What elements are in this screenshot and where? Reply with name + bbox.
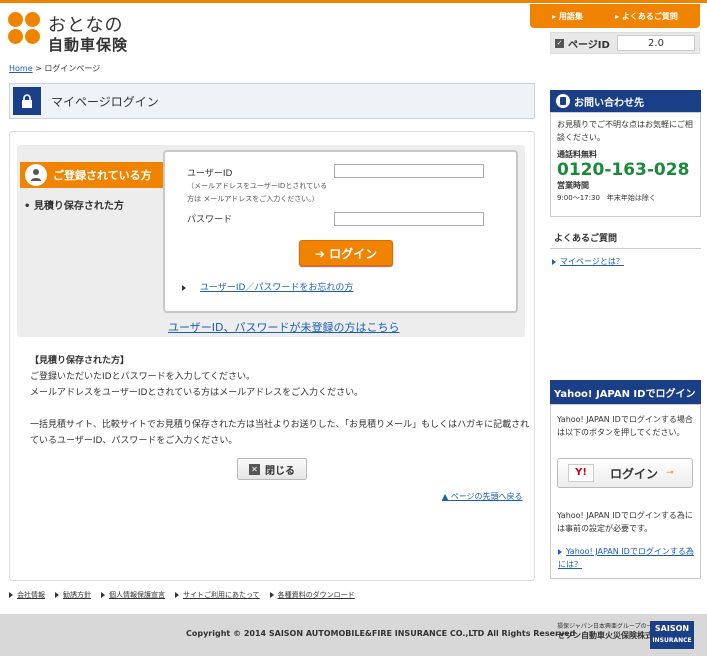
- userid-note: （メールアドレスをユーザーIDとされている方は メールアドレスをご入力ください。…: [187, 182, 328, 203]
- footer-link-label: サイトご利用にあたって: [183, 591, 260, 599]
- yahoo-setup-note: Yahoo! JAPAN IDでログインする為には事前の設定が必要です。: [557, 511, 693, 533]
- footer-link-label: 勧誘方針: [63, 591, 91, 599]
- hours-text: 9:00～17:30 年末年始は除く: [557, 194, 656, 202]
- arrow-icon: [269, 592, 274, 598]
- close-button-label: 閉じる: [265, 465, 295, 477]
- back-to-top-link[interactable]: ▲ ページの先頭へ戻る: [442, 491, 523, 502]
- password-input[interactable]: [334, 212, 484, 226]
- tel-number[interactable]: 0120-163-028: [557, 161, 694, 179]
- breadcrumb-current: ログインページ: [44, 64, 101, 73]
- contact-title: お問い合わせ先: [574, 97, 644, 109]
- close-icon: ✕: [249, 463, 260, 475]
- breadcrumb: Home > ログインページ: [9, 63, 100, 74]
- yahoo-login-label: ログイン: [610, 466, 659, 481]
- userid-input[interactable]: [334, 164, 484, 178]
- forgot-credentials-link[interactable]: ユーザーID／パスワードをお忘れの方: [200, 283, 353, 293]
- yahoo-logo-icon: Y!: [568, 464, 594, 482]
- faq-mypage-label: マイページとは？: [560, 257, 624, 266]
- yahoo-login-header: Yahoo! JAPAN IDでログイン: [550, 380, 701, 404]
- footer-link-label: 個人情報保護宣言: [109, 591, 165, 599]
- arrow-icon: [101, 592, 105, 598]
- arrow-icon: [552, 258, 556, 265]
- key-icon: ⊸: [666, 468, 674, 478]
- footer-link-terms[interactable]: サイトご利用にあたって: [175, 590, 260, 600]
- info-line3: 一括見積サイト、比較サイトでお見積り保存された方は当社よりお送りした、「お見積り…: [30, 420, 530, 446]
- checkbox-icon: ✓: [555, 38, 564, 48]
- arrow-icon: [182, 284, 186, 291]
- hours-label: 営業時間: [557, 181, 589, 190]
- copyright: Copyright © 2014 SAISON AUTOMOBILE&FIRE …: [186, 629, 576, 638]
- footer-link-downloads[interactable]: 各種資料のダウンロード: [269, 590, 355, 600]
- page-id-box: ✓ ページID 2.0: [550, 32, 700, 54]
- footer-links: 会社情報 勧誘方針 個人情報保護宣言 サイトご利用にあたって 各種資料のダウンロ…: [9, 590, 355, 600]
- info-heading: 【見積り保存された方】: [30, 356, 130, 366]
- unregistered-link[interactable]: ユーザーID、パスワードが未登録の方はこちら: [168, 319, 400, 335]
- footer-link-label: 会社情報: [17, 591, 45, 599]
- saison-logo-subtext: INSURANCE: [652, 637, 692, 644]
- registered-user-tag-label: ご登録されている方: [53, 169, 152, 182]
- page-title: マイページログイン: [51, 94, 159, 109]
- person-icon: [25, 164, 47, 186]
- registered-user-tag: ご登録されている方: [20, 162, 163, 188]
- arrow-icon: [175, 592, 179, 598]
- page-id-value: 2.0: [617, 35, 695, 51]
- breadcrumb-home-link[interactable]: Home: [9, 64, 33, 73]
- faq-title: よくあるご質問: [550, 229, 701, 249]
- password-label: パスワード: [187, 215, 233, 225]
- faq-mypage-link[interactable]: マイページとは？: [552, 256, 624, 267]
- page-title-bar: マイページログイン: [9, 83, 535, 119]
- footer-link-company[interactable]: 会社情報: [9, 590, 45, 600]
- phone-icon: [556, 94, 570, 108]
- back-to-top-label: ページの先頭へ戻る: [450, 492, 523, 501]
- footer-link-label: 各種資料のダウンロード: [277, 591, 355, 599]
- top-accent-bar: [0, 0, 707, 3]
- forgot-row: ユーザーID／パスワードをお忘れの方: [182, 280, 353, 293]
- top-nav: ▸ 用語集 ▸ よくあるご質問: [530, 4, 700, 28]
- info-text: 【見積り保存された方】 ご登録いただいたIDとパスワードを入力してください。 メ…: [30, 353, 530, 449]
- yahoo-login-button[interactable]: Y! ログイン ⊸: [557, 458, 693, 488]
- footer-link-privacy[interactable]: 個人情報保護宣言: [101, 590, 165, 600]
- breadcrumb-separator: >: [35, 64, 42, 73]
- page-id-label: ページID: [568, 39, 610, 51]
- saved-estimate-label: • 見積り保存された方: [24, 201, 124, 212]
- arrow-icon: [55, 592, 59, 598]
- glossary-link[interactable]: ▸ 用語集: [552, 11, 583, 22]
- footer-link-policy[interactable]: 勧誘方針: [55, 590, 91, 600]
- info-line2: メールアドレスをユーザーIDとされている方はメールアドレスをご入力ください。: [30, 388, 364, 398]
- logo-text-line2: 自動車保険: [48, 36, 129, 54]
- arrow-icon: [9, 592, 13, 598]
- arrow-icon: [558, 548, 562, 555]
- userid-label: ユーザーID: [187, 169, 233, 179]
- faq-top-link[interactable]: ▸ よくあるご質問: [615, 11, 678, 22]
- login-button[interactable]: ➔ ログイン: [299, 240, 393, 266]
- contact-header: お問い合わせ先: [550, 90, 701, 112]
- close-button[interactable]: ✕ 閉じる: [237, 458, 307, 480]
- info-line1: ご登録いただいたIDとパスワードを入力してください。: [30, 372, 256, 382]
- contact-box: お見積りでご不明な点はお気軽にご相談ください。 通話料無料 0120-163-0…: [550, 112, 701, 217]
- contact-text: お見積りでご不明な点はお気軽にご相談ください。: [557, 120, 693, 142]
- yahoo-setup-link[interactable]: Yahoo! JAPAN IDでログインする為には？: [558, 545, 698, 571]
- yahoo-instructions: Yahoo! JAPAN IDでログインする場合は以下のボタンを押してください。: [557, 415, 693, 437]
- saison-logo-text: SAISON: [654, 624, 690, 633]
- saison-logo[interactable]: SAISON INSURANCE: [650, 621, 694, 649]
- lock-icon: [13, 87, 41, 115]
- yahoo-setup-label: Yahoo! JAPAN IDでログインする為には？: [558, 547, 694, 569]
- logo-icon[interactable]: [8, 12, 42, 46]
